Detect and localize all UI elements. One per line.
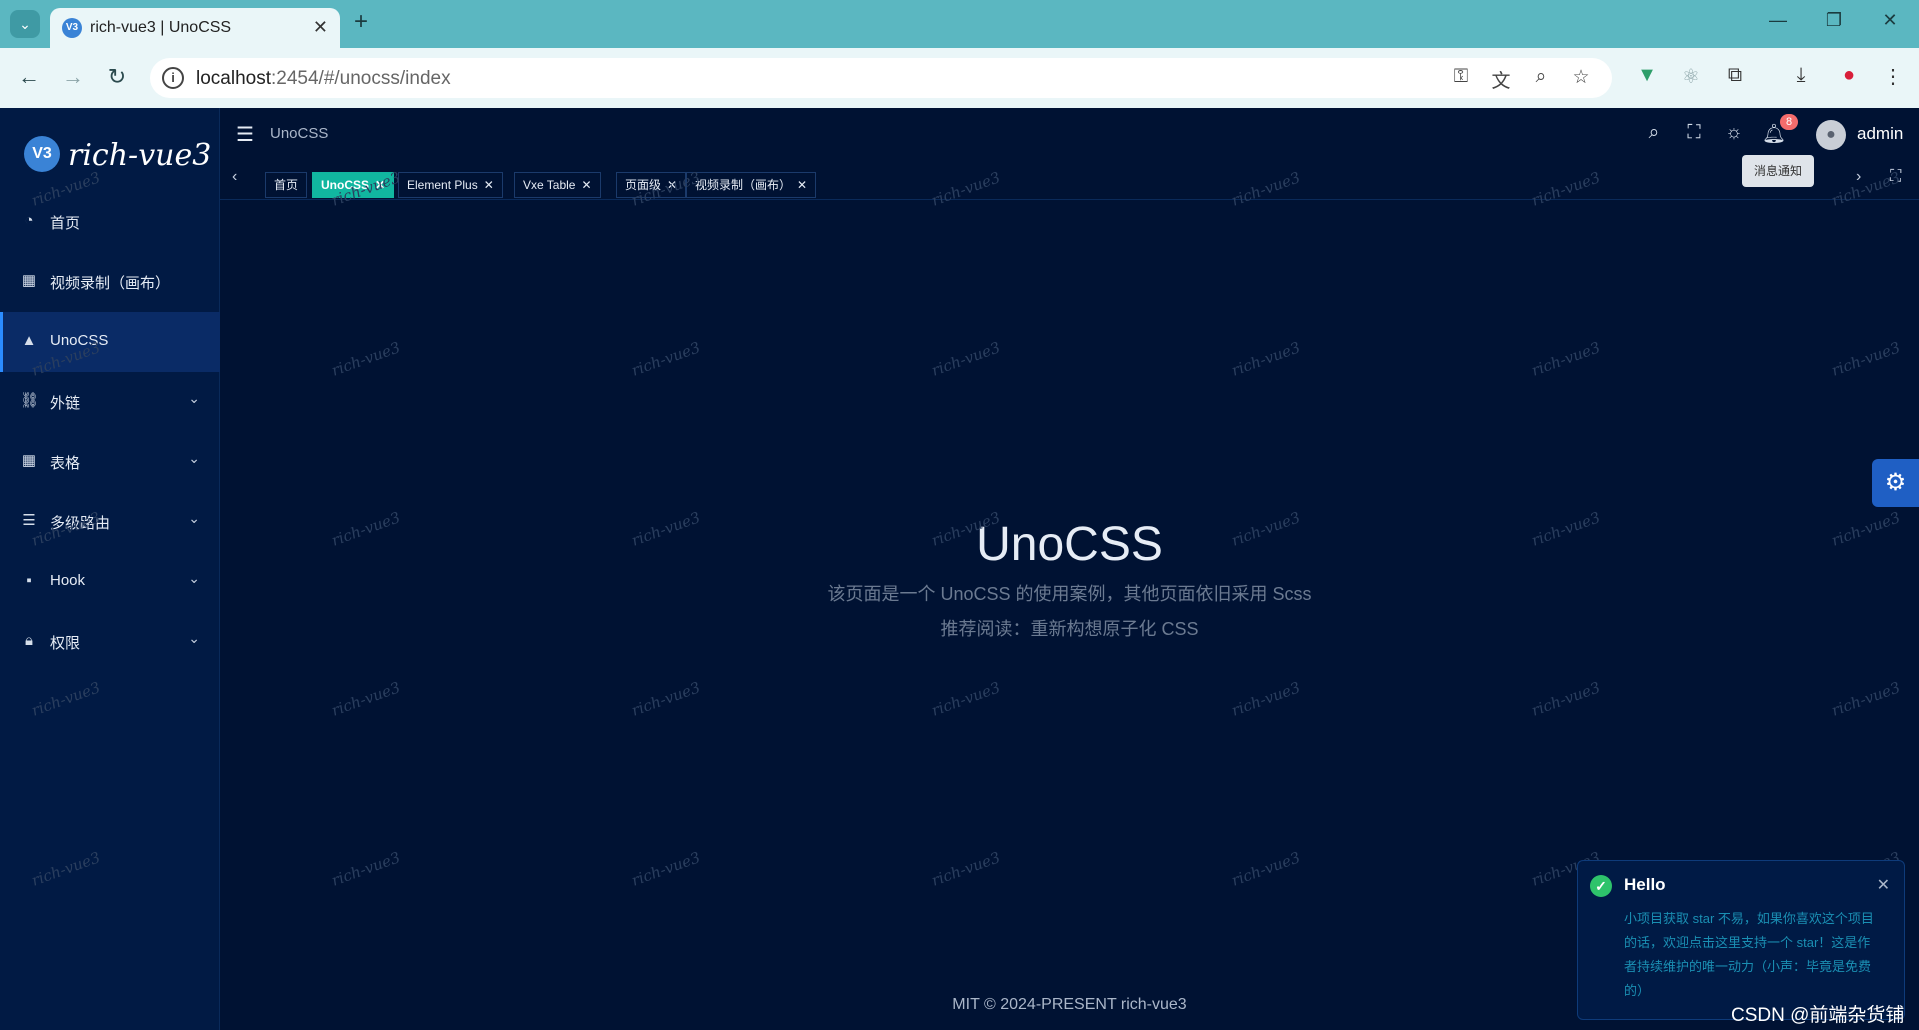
vue-devtools-icon[interactable]: ▼ — [1632, 64, 1662, 87]
tab-search-button[interactable]: ⌄ — [10, 10, 40, 38]
notification-toast[interactable]: ✓ Hello ✕ 小项目获取 star 不易，如果你喜欢这个项目的话，欢迎点击… — [1577, 860, 1905, 1020]
forward-button[interactable]: → — [58, 64, 88, 90]
app-root: V3 rich-vue3 ◔ 首页 ▦ 视频录制（画布） ▲ UnoCSS ⛓ … — [0, 108, 1919, 1030]
new-tab-button[interactable]: + — [354, 8, 368, 36]
list-icon: ☰ — [22, 512, 36, 529]
page-description: 该页面是一个 UnoCSS 的使用案例，其他页面依旧采用 Scss — [827, 584, 1312, 604]
url-host: localhost — [196, 68, 271, 89]
key-icon[interactable]: ⚿ — [1447, 66, 1475, 88]
tags-view: ‹ 首页 UnoCSS ✕ Element Plus ✕ Vxe Table ✕ 页面… — [220, 158, 1919, 200]
back-button[interactable]: ← — [14, 64, 44, 90]
tag-vxe-table[interactable]: Vxe Table ✕ — [514, 172, 601, 198]
page-title: UnoCSS — [976, 518, 1163, 571]
reload-icon: ↻ — [107, 64, 127, 89]
close-icon[interactable]: ✕ — [797, 178, 807, 192]
sidebar-item-label: 权限 — [50, 635, 81, 652]
search-icon[interactable]: ⌕ — [1640, 122, 1668, 144]
gear-icon: ⚙ — [1884, 469, 1907, 496]
table-icon: ▦ — [21, 272, 37, 289]
close-icon[interactable]: ✕ — [1877, 875, 1890, 895]
translate-icon[interactable]: 文 — [1487, 66, 1515, 93]
link-icon: ⛓ — [20, 392, 40, 409]
sidebar-item-hook[interactable]: ▪ Hook ⌄ — [0, 552, 220, 612]
avatar[interactable]: ● — [1816, 120, 1846, 150]
site-info-icon[interactable]: i — [162, 67, 184, 89]
url-text[interactable]: localhost:2454/#/unocss/index — [196, 68, 451, 90]
minimize-button[interactable]: — — [1758, 10, 1798, 31]
sidebar-item-table[interactable]: ▦ 表格 ⌄ — [0, 432, 220, 492]
logo-text: rich-vue3 — [68, 138, 212, 173]
breadcrumb[interactable]: UnoCSS — [270, 125, 328, 142]
zoom-icon[interactable]: ⌕ — [1527, 66, 1555, 88]
sidebar: V3 rich-vue3 ◔ 首页 ▦ 视频录制（画布） ▲ UnoCSS ⛓ … — [0, 108, 220, 1030]
notification-badge: 8 — [1780, 114, 1798, 130]
browser-tab-title: rich-vue3 | UnoCSS — [90, 19, 232, 36]
sidebar-item-permission[interactable]: 🔒︎ 权限 ⌄ — [0, 612, 220, 672]
tag-home[interactable]: 首页 — [265, 172, 308, 198]
tag-label: 首页 — [274, 178, 299, 192]
settings-button[interactable]: ⚙ — [1872, 459, 1919, 507]
close-icon[interactable]: ✕ — [581, 178, 591, 192]
tag-element-plus[interactable]: Element Plus ✕ — [398, 172, 503, 198]
star-icon[interactable]: ☆ — [1567, 66, 1595, 89]
chevron-down-icon: ⌄ — [188, 570, 200, 586]
url-path: :2454/#/unocss/index — [271, 68, 451, 89]
sidebar-item-label: 视频录制（画布） — [50, 275, 171, 292]
chevron-left-icon[interactable]: ‹ — [232, 168, 237, 186]
restore-icon: ❐ — [1825, 10, 1843, 30]
close-window-icon: ✕ — [1882, 10, 1898, 30]
minimize-icon: — — [1769, 10, 1787, 30]
tag-label: 视频录制（画布） — [695, 178, 792, 192]
sidebar-item-label: 外链 — [50, 395, 81, 412]
dashboard-icon: ◔ — [24, 212, 34, 229]
sidebar-item-label: 首页 — [50, 215, 81, 232]
chevron-down-icon: ⌄ — [188, 390, 200, 406]
sidebar-item-links[interactable]: ⛓ 外链 ⌄ — [0, 372, 220, 432]
username[interactable]: admin — [1857, 124, 1903, 144]
csdn-watermark: CSDN @前端杂货铺 — [1731, 1005, 1905, 1026]
chevron-down-icon: ⌄ — [188, 510, 200, 526]
close-icon[interactable]: ✕ — [313, 17, 328, 38]
theme-icon[interactable]: ☼ — [1720, 122, 1748, 144]
menu-dots-icon[interactable]: ⋮ — [1878, 64, 1908, 89]
plus-icon: + — [354, 8, 369, 35]
sidebar-item-label: Hook — [50, 572, 86, 589]
grid-icon: ▦ — [21, 452, 37, 469]
shapes-icon: ▲ — [21, 332, 37, 349]
reload-button[interactable]: ↻ — [102, 64, 132, 90]
tag-label: Vxe Table — [523, 178, 576, 192]
vue-favicon-icon: V3 — [62, 18, 82, 38]
lock-icon: 🔒︎ — [25, 632, 33, 649]
address-bar[interactable]: i localhost:2454/#/unocss/index ⚿ 文 ⌕ ☆ — [150, 58, 1612, 98]
profile-icon[interactable]: ● — [1834, 64, 1864, 87]
close-icon[interactable]: ✕ — [484, 178, 494, 192]
forward-icon: → — [62, 64, 84, 89]
vue-logo-icon: V3 — [24, 136, 60, 172]
notification-title: Hello — [1624, 875, 1666, 894]
react-icon[interactable]: ⚛ — [1676, 64, 1706, 89]
notification-body[interactable]: 小项目获取 star 不易，如果你喜欢这个项目的话，欢迎点击这里支持一个 sta… — [1624, 907, 1874, 1003]
tag-label: Element Plus — [407, 178, 478, 192]
sidebar-item-video[interactable]: ▦ 视频录制（画布） — [0, 252, 220, 312]
top-navbar: ☰ UnoCSS ⌕ ⛶ ☼ 🔔︎ 8 消息通知 ● admin — [220, 108, 1919, 187]
apps-icon: ▪ — [26, 572, 32, 589]
fullscreen-icon[interactable]: ⛶ — [1680, 122, 1708, 144]
tag-video-record[interactable]: 视频录制（画布） ✕ — [686, 172, 817, 198]
back-icon: ← — [18, 64, 40, 89]
browser-toolbar: ← → ↻ i localhost:2454/#/unocss/index ⚿ … — [0, 48, 1919, 108]
hamburger-icon[interactable]: ☰ — [236, 122, 254, 147]
browser-tab-strip: ⌄ V3 rich-vue3 | UnoCSS ✕ + — ❐ ✕ — [0, 0, 1919, 48]
close-window-button[interactable]: ✕ — [1870, 10, 1910, 31]
restore-button[interactable]: ❐ — [1814, 10, 1854, 31]
download-icon[interactable]: ⤓ — [1786, 64, 1816, 87]
chevron-down-icon: ⌄ — [188, 450, 200, 466]
recommended-reading-link[interactable]: 推荐阅读：重新构想原子化 CSS — [220, 615, 1919, 641]
sidebar-item-label: 表格 — [50, 455, 81, 472]
chevron-down-icon: ⌄ — [188, 630, 200, 646]
extensions-icon[interactable]: ⧉ — [1720, 64, 1750, 87]
browser-tab[interactable]: V3 rich-vue3 | UnoCSS ✕ — [50, 8, 340, 48]
chevron-down-icon: ⌄ — [19, 16, 31, 32]
success-check-icon: ✓ — [1590, 875, 1612, 897]
